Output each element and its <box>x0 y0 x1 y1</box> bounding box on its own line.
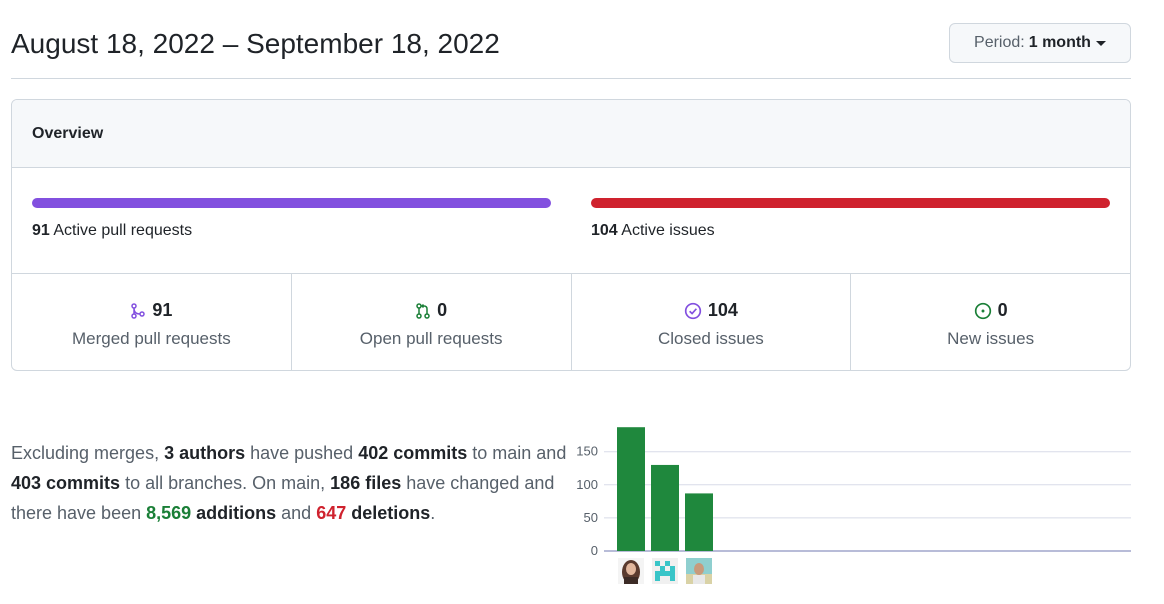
open-pull-requests-count: 0 <box>437 300 448 320</box>
commit-summary: Excluding merges, 3 authors have pushed … <box>11 438 571 528</box>
stat-closed-issues[interactable]: 104 Closed issues <box>572 274 852 370</box>
overview-bars: 91 Active pull requests 104 Active issue… <box>12 168 1130 274</box>
y-tick-label-50: 50 <box>584 510 598 525</box>
stat-new-issues[interactable]: 0 New issues <box>851 274 1130 370</box>
closed-issues-count: 104 <box>707 300 738 320</box>
y-tick-label-100: 100 <box>576 477 598 492</box>
issue-closed-icon <box>684 302 701 319</box>
summary-text-4: to all branches. On main, <box>120 473 331 493</box>
summary-text-6: and <box>276 503 317 523</box>
stat-open-pull-requests[interactable]: 0 Open pull requests <box>292 274 572 370</box>
active-issues-bar <box>591 198 1110 208</box>
new-issues-count: 0 <box>997 300 1008 320</box>
merged-pull-requests-count: 91 <box>152 300 173 320</box>
summary-text-2: have pushed <box>245 443 359 463</box>
summary-deletions-word: deletions <box>346 503 431 523</box>
y-tick-label-0: 0 <box>591 543 598 558</box>
overview-title: Overview <box>12 100 1130 168</box>
git-pull-request-icon <box>416 302 430 319</box>
contributors-bar-chart: 0 50 100 150 <box>576 427 1131 584</box>
contributor-bar-2 <box>651 464 679 551</box>
date-range-title: August 18, 2022 – September 18, 2022 <box>11 28 500 59</box>
summary-deletions-number: 647 <box>316 503 347 523</box>
overview-panel: Overview 91 Active pull requests 104 Act… <box>11 99 1131 371</box>
contributor-bar-1 <box>617 427 645 551</box>
active-issues-text: 104 Active issues <box>591 222 1110 240</box>
period-label: Period: <box>974 34 1025 51</box>
y-tick-label-150: 150 <box>576 444 598 459</box>
period-value: 1 month <box>1028 34 1091 51</box>
open-pull-requests-label: Open pull requests <box>359 329 503 348</box>
summary-additions-word: additions <box>191 503 277 523</box>
stat-merged-pull-requests[interactable]: 91 Merged pull requests <box>12 274 292 370</box>
summary-commits-main[interactable]: 402 commits <box>358 443 467 463</box>
active-pull-requests-label: Active pull requests <box>53 222 193 239</box>
active-issues-label: Active issues <box>621 222 715 239</box>
active-pull-requests-block[interactable]: 91 Active pull requests <box>32 198 551 240</box>
avatar[interactable] <box>652 558 678 584</box>
caret-down-icon <box>1095 40 1106 46</box>
summary-text-1: Excluding merges, <box>11 443 165 463</box>
contributor-bar-3 <box>685 493 713 551</box>
avatar[interactable] <box>686 558 712 584</box>
issue-opened-icon <box>974 302 991 319</box>
summary-authors[interactable]: 3 authors <box>164 443 245 463</box>
closed-issues-label: Closed issues <box>657 329 764 348</box>
summary-commits-all[interactable]: 403 commits <box>11 473 120 493</box>
merged-pull-requests-label: Merged pull requests <box>71 329 231 348</box>
summary-text-7: . <box>430 503 436 523</box>
summary-additions-number: 8,569 <box>146 503 192 523</box>
overview-stats: 91 Merged pull requests 0 Open pull requ… <box>12 274 1130 370</box>
summary-files[interactable]: 186 files <box>330 473 401 493</box>
avatar[interactable] <box>618 558 644 584</box>
period-dropdown-button[interactable]: Period: 1 month <box>949 23 1131 63</box>
summary-text-3: to main and <box>467 443 567 463</box>
active-pull-requests-text: 91 Active pull requests <box>32 222 551 240</box>
page-header: August 18, 2022 – September 18, 2022 Per… <box>11 0 1131 79</box>
git-merge-icon <box>131 302 146 319</box>
new-issues-label: New issues <box>947 329 1035 348</box>
active-pull-requests-count: 91 <box>32 222 50 239</box>
active-pull-requests-bar <box>32 198 551 208</box>
active-issues-count: 104 <box>591 222 618 239</box>
active-issues-block[interactable]: 104 Active issues <box>591 198 1110 240</box>
